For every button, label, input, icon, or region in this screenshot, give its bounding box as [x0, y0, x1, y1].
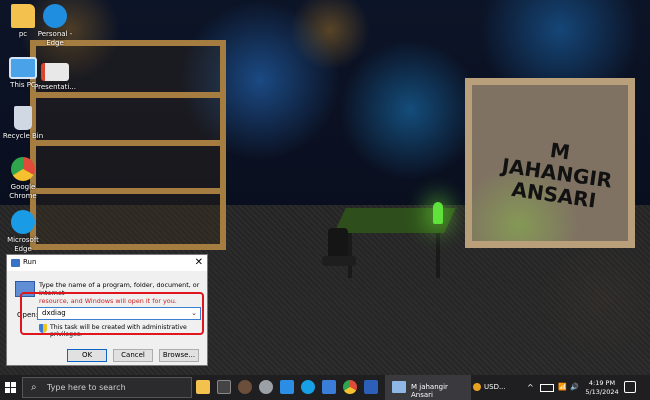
edge-icon — [11, 210, 35, 234]
highlight-annotation — [20, 292, 204, 335]
notification-icon[interactable] — [624, 381, 636, 393]
desktop-icon-recycle-bin[interactable]: Recycle Bin — [0, 106, 46, 141]
search-placeholder: Type here to search — [47, 383, 126, 392]
desktop: M JAHANGIR ANSARI pc Personal - Edge Thi… — [0, 0, 650, 375]
desktop-icon-microsoft-edge[interactable]: Microsoft Edge — [0, 210, 46, 254]
store-icon[interactable] — [322, 380, 336, 394]
file-explorer-icon[interactable] — [196, 380, 210, 394]
active-window-title: M jahangir Ansari — [411, 383, 448, 399]
search-icon: ⌕ — [31, 382, 37, 393]
battery-icon[interactable] — [540, 384, 554, 392]
wallpaper-chair — [322, 228, 360, 283]
picture-icon — [392, 381, 406, 393]
taskbar-active-window[interactable]: M jahangir Ansari — [385, 375, 471, 400]
edge-icon[interactable] — [301, 380, 315, 394]
stock-ticker-icon[interactable] — [473, 383, 481, 391]
wallpaper-lamp — [433, 202, 443, 224]
vscode-icon[interactable] — [280, 380, 294, 394]
cancel-button[interactable]: Cancel — [113, 349, 153, 362]
desktop-icon-label: Recycle Bin — [2, 132, 44, 140]
word-icon[interactable] — [364, 380, 378, 394]
close-icon[interactable]: ✕ — [195, 257, 203, 269]
task-view-icon[interactable] — [217, 380, 231, 394]
desktop-icon-presentation[interactable]: Presentati... — [32, 63, 78, 92]
run-dialog-titlebar[interactable]: Run ✕ — [7, 255, 207, 271]
volume-icon[interactable]: 🔊 — [570, 383, 579, 391]
desktop-icon-google-chrome[interactable]: Google Chrome — [0, 157, 46, 201]
windows-start-icon[interactable] — [5, 382, 17, 394]
desktop-icon-personal-edge[interactable]: Personal - Edge — [32, 4, 78, 48]
desktop-icon-label: Presentati... — [34, 83, 76, 91]
chrome-icon[interactable] — [343, 380, 357, 394]
clock-time: 4:19 PM — [588, 379, 616, 387]
network-icon[interactable]: 📶 — [558, 383, 567, 391]
edge-icon — [43, 4, 67, 28]
avatar-icon[interactable] — [238, 380, 252, 394]
chrome-icon — [11, 157, 35, 181]
desktop-icon-label: Microsoft Edge — [7, 236, 39, 253]
desktop-icon-label: Personal - Edge — [37, 30, 73, 47]
taskbar-clock[interactable]: 4:19 PM 5/13/2024 — [585, 379, 619, 397]
presentation-icon — [41, 63, 69, 81]
clock-date: 5/13/2024 — [585, 388, 619, 396]
ok-button[interactable]: OK — [67, 349, 107, 362]
desktop-icon-label: Google Chrome — [9, 183, 37, 200]
chevron-up-icon[interactable]: ^ — [527, 383, 534, 392]
run-dialog-title: Run — [23, 258, 37, 266]
settings-icon[interactable] — [259, 380, 273, 394]
stock-ticker-text[interactable]: USD... — [484, 383, 506, 391]
browse-button[interactable]: Browse... — [159, 349, 199, 362]
taskbar: ⌕ Type here to search M jahangir Ansari … — [0, 375, 650, 400]
taskbar-search[interactable]: ⌕ Type here to search — [22, 377, 192, 398]
run-app-icon — [11, 259, 20, 267]
wallpaper-sign: M JAHANGIR ANSARI — [465, 78, 635, 248]
wallpaper-sign-text: M JAHANGIR ANSARI — [500, 137, 614, 213]
recycle-bin-icon — [14, 106, 32, 130]
